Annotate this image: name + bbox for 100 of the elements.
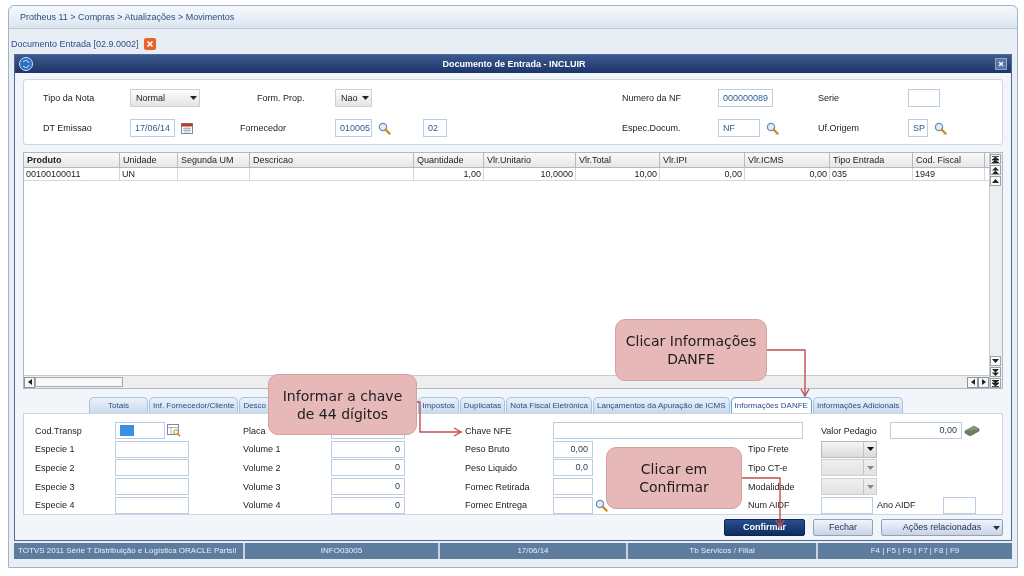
input-field[interactable]: 17/06/14	[130, 119, 175, 137]
input-field[interactable]: 0	[331, 459, 405, 477]
input-field[interactable]	[553, 422, 803, 440]
scroll-down-button[interactable]	[990, 356, 1001, 366]
field-label: Chave NFE	[465, 425, 513, 436]
action-button[interactable]: Confirmar	[723, 518, 805, 536]
action-button[interactable]: Ações relacionadas	[881, 518, 1003, 536]
tab[interactable]: Nota Fiscal Eletrônica	[506, 397, 592, 413]
tab[interactable]: Totais	[89, 397, 148, 413]
input-field[interactable]	[908, 89, 940, 107]
column-header[interactable]: Segunda UM	[178, 153, 250, 167]
field-label: Peso Bruto	[465, 444, 511, 455]
input-field[interactable]	[115, 422, 165, 440]
field-label: Uf.Origem	[818, 123, 860, 133]
column-header[interactable]: Tipo Entrada	[830, 153, 913, 167]
field-label: Volume 4	[243, 500, 282, 511]
input-field[interactable]: 02	[423, 119, 447, 137]
document-tab[interactable]: Documento Entrada [02.9.0002]	[11, 39, 139, 49]
up-arrow-icon	[992, 179, 999, 183]
field-label: Tipo CT-e	[748, 463, 789, 473]
callout-tooltip: Clicar Informações DANFE	[615, 319, 767, 381]
caret-icon	[993, 525, 1000, 530]
callout-tooltip: Informar a chave de 44 dígitos	[268, 374, 417, 435]
column-header[interactable]: Quantidade	[414, 153, 484, 167]
caret-icon	[866, 484, 874, 489]
input-field[interactable]: 0,00	[553, 440, 593, 458]
caret-icon	[189, 96, 197, 100]
close-icon[interactable]	[143, 38, 156, 50]
input-field[interactable]: 0,00	[890, 422, 962, 440]
input-field[interactable]	[115, 478, 189, 496]
table-cell: 0,00	[660, 168, 745, 180]
dropdown[interactable]: Nao	[335, 89, 372, 107]
field-label: Fornec Entrega	[465, 500, 529, 511]
input-field[interactable]: 0	[331, 440, 405, 458]
input-field[interactable]	[553, 496, 593, 514]
input-field[interactable]	[115, 440, 189, 458]
scroll-left-button[interactable]	[967, 376, 978, 388]
calendar-icon[interactable]	[181, 122, 193, 134]
action-button[interactable]: Fechar	[813, 518, 873, 536]
input-field[interactable]: SP	[908, 119, 928, 137]
input-field[interactable]: NF	[718, 119, 760, 137]
search-icon[interactable]	[378, 121, 391, 135]
column-header[interactable]: Descricao	[250, 153, 414, 167]
tab[interactable]: Informações DANFE	[730, 397, 812, 413]
column-header[interactable]: Cod. Fiscal	[913, 153, 985, 167]
table-search-icon[interactable]	[167, 424, 181, 438]
callout-tooltip: Clicar em Confirmar	[606, 447, 742, 509]
table-cell: UN	[120, 168, 178, 180]
tab[interactable]: Duplicatas	[459, 397, 506, 413]
scroll-first-button[interactable]	[990, 154, 1001, 164]
input-field[interactable]	[821, 496, 873, 514]
scrollbar-thumb[interactable]	[35, 377, 123, 387]
status-field: 17/06/14	[440, 543, 628, 559]
dropdown[interactable]	[821, 440, 877, 458]
field-label: Fornec Retirada	[465, 481, 531, 492]
column-header[interactable]: Vlr.ICMS	[745, 153, 830, 167]
table-cell: 00100100011	[24, 168, 120, 180]
field-label: Volume 1	[243, 444, 282, 455]
scroll-page-up-button[interactable]	[990, 165, 1001, 175]
field-label: Placa	[243, 425, 267, 436]
field-label: Form. Prop.	[257, 93, 306, 103]
input-field[interactable]	[553, 478, 593, 496]
scroll-page-down-button[interactable]	[990, 367, 1001, 377]
tab[interactable]: Inf. Fornecedor/Cliente	[149, 397, 239, 413]
column-header[interactable]: Vlr.IPI	[660, 153, 745, 167]
column-header[interactable]: Produto	[24, 153, 120, 167]
tab[interactable]: Lançamentos da Apuração de ICMS	[593, 397, 730, 413]
search-icon[interactable]	[595, 498, 608, 512]
tab[interactable]: Impostos	[418, 397, 459, 413]
table-cell: 1949	[913, 168, 985, 180]
input-field[interactable]: 0	[331, 478, 405, 496]
input-field[interactable]	[115, 496, 189, 514]
field-label: Cod.Transp	[35, 425, 83, 436]
dropdown[interactable]: Normal	[130, 89, 200, 107]
caret-icon	[866, 447, 874, 452]
field-label: DT Emissao	[43, 123, 93, 133]
field-label: Valor Pedagio	[821, 425, 878, 436]
search-icon[interactable]	[766, 121, 779, 135]
column-header[interactable]: Vlr.Unitario	[484, 153, 576, 167]
column-header[interactable]: Vlr.Total	[576, 153, 660, 167]
input-field[interactable]: 010005	[335, 119, 372, 137]
input-field[interactable]	[943, 496, 976, 514]
field-label: Espec.Docum.	[622, 123, 682, 133]
column-header[interactable]: Unidade	[120, 153, 178, 167]
field-label: Fornecedor	[240, 123, 288, 133]
scroll-right-button[interactable]	[978, 376, 989, 388]
field-label: Especie 1	[35, 444, 76, 455]
field-label: Serie	[818, 93, 840, 103]
input-field[interactable]: 0	[331, 496, 405, 514]
breadcrumb: Protheus 11 > Compras > Atualizações > Movimentos	[9, 6, 1017, 29]
scroll-up-button[interactable]	[990, 176, 1001, 186]
tab[interactable]: Informações Adicionais	[812, 397, 904, 413]
scroll-left-button[interactable]	[24, 376, 35, 388]
search-icon[interactable]	[934, 121, 947, 135]
close-icon[interactable]	[995, 58, 1007, 70]
input-field[interactable]: 000000089	[718, 89, 773, 107]
status-field: INFO03005	[245, 543, 440, 559]
scroll-last-button[interactable]	[990, 378, 1001, 388]
input-field[interactable]	[115, 459, 189, 477]
input-field[interactable]: 0,0	[553, 459, 593, 477]
